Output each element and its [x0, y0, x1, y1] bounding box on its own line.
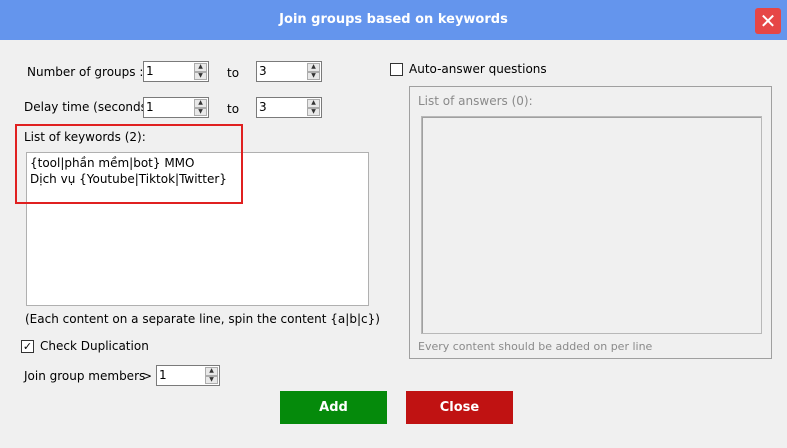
close-button[interactable]: Close [406, 391, 513, 424]
delay-to-value: 3 [259, 100, 267, 114]
groups-to-value: 3 [259, 64, 267, 78]
members-value: 1 [159, 368, 167, 382]
spin-down-icon[interactable]: ▼ [307, 107, 320, 116]
spin-up-icon[interactable]: ▲ [194, 63, 207, 72]
members-stepper[interactable]: 1 ▲ ▼ [156, 365, 220, 386]
spin-up-icon[interactable]: ▲ [307, 63, 320, 72]
auto-answer-label: Auto-answer questions [409, 62, 547, 76]
checkmark-icon: ✓ [22, 340, 33, 353]
add-button[interactable]: Add [280, 391, 387, 424]
close-icon: ✕ [759, 9, 777, 33]
spin-down-icon[interactable]: ▼ [194, 71, 207, 80]
spin-down-icon[interactable]: ▼ [307, 71, 320, 80]
delay-to-stepper[interactable]: 3 ▲ ▼ [256, 97, 322, 118]
check-duplication-checkbox[interactable]: ✓ [21, 340, 34, 353]
spin-up-icon[interactable]: ▲ [194, 99, 207, 108]
keywords-hint: (Each content on a separate line, spin t… [25, 312, 380, 326]
auto-answer-checkbox[interactable] [390, 63, 403, 76]
groups-to-stepper[interactable]: 3 ▲ ▼ [256, 61, 322, 82]
check-duplication-label: Check Duplication [40, 339, 149, 353]
window-title: Join groups based on keywords [279, 12, 508, 27]
delay-to-label: to [227, 102, 240, 116]
delay-from-stepper[interactable]: 1 ▲ ▼ [143, 97, 209, 118]
groups-label: Number of groups : [27, 65, 144, 79]
answers-textarea[interactable] [421, 116, 762, 334]
groups-to-label: to [227, 66, 240, 80]
spin-up-icon[interactable]: ▲ [307, 99, 320, 108]
members-label: Join group members [24, 369, 146, 383]
groups-from-stepper[interactable]: 1 ▲ ▼ [143, 61, 209, 82]
answers-hint: Every content should be added on per lin… [418, 340, 653, 353]
answers-list-label: List of answers (0): [418, 94, 533, 108]
members-operator: > [142, 369, 153, 383]
groups-from-value: 1 [146, 64, 154, 78]
spin-down-icon[interactable]: ▼ [194, 107, 207, 116]
spin-up-icon[interactable]: ▲ [205, 367, 218, 376]
spin-down-icon[interactable]: ▼ [205, 375, 218, 384]
close-window-button[interactable]: ✕ [755, 8, 781, 34]
keywords-highlight-box [15, 124, 243, 204]
delay-from-value: 1 [146, 100, 154, 114]
delay-label: Delay time (seconds): [24, 100, 156, 114]
